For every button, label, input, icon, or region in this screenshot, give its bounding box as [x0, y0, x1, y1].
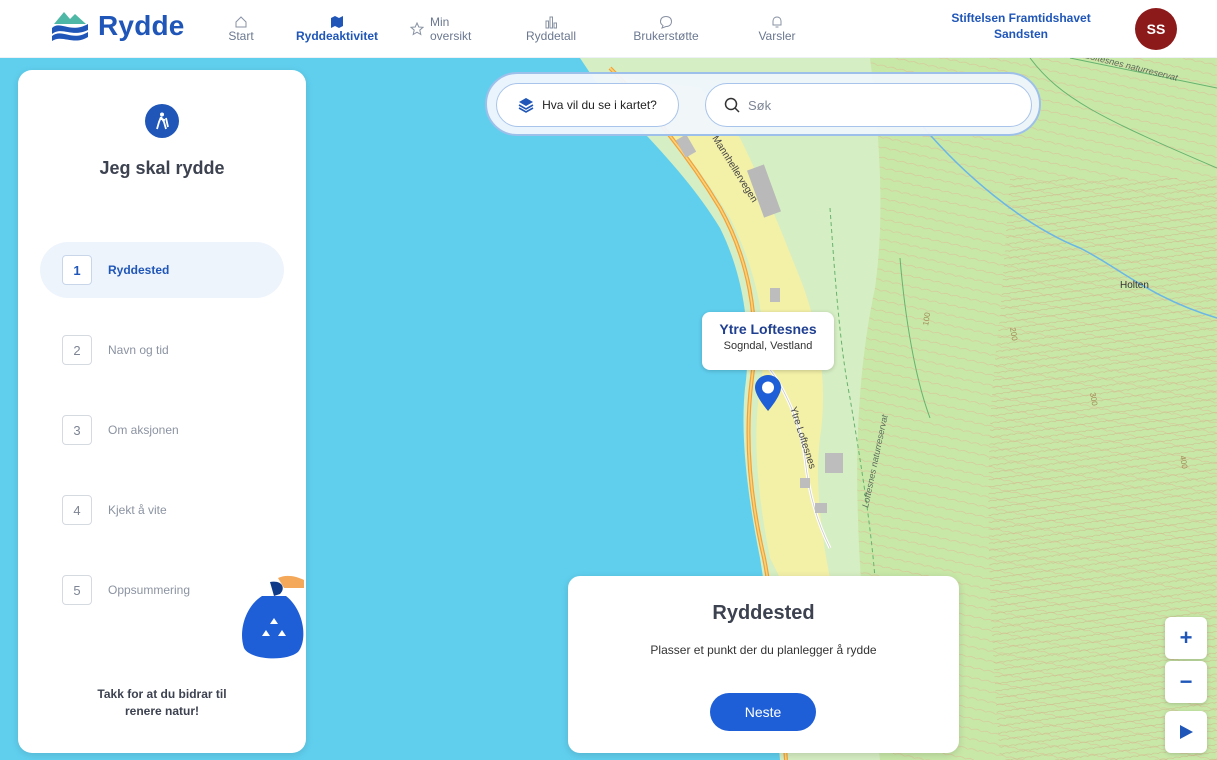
hiker-icon	[145, 104, 179, 138]
search-input[interactable]	[748, 97, 1008, 113]
nav-min-oversikt[interactable]: Min oversikt	[392, 0, 492, 58]
step-navn-og-tid[interactable]: 2 Navn og tid	[40, 322, 284, 378]
search-icon	[724, 97, 740, 113]
step-label: Oppsummering	[108, 583, 191, 597]
home-icon	[235, 16, 247, 28]
next-button[interactable]: Neste	[710, 693, 816, 731]
place-name: Ytre Loftesnes	[719, 321, 817, 337]
nav-ryddetall[interactable]: Ryddetall	[492, 0, 610, 58]
zoom-out-button[interactable]: −	[1165, 661, 1207, 703]
search-field[interactable]	[705, 83, 1032, 127]
panel-title: Jeg skal rydde	[99, 158, 225, 178]
nav-varsler[interactable]: Varsler	[722, 0, 832, 58]
map-icon	[331, 16, 343, 28]
organization-name[interactable]: Stiftelsen Framtidshavet Sandsten	[950, 10, 1092, 42]
navigation-arrow-icon	[1180, 725, 1193, 739]
step-number: 2	[62, 335, 92, 365]
nav-label: Varsler	[758, 29, 796, 43]
nav-start[interactable]: Start	[200, 0, 282, 58]
step-label: Navn og tid	[108, 343, 169, 357]
thanks-message: Takk for at du bidrar til renere natur!	[18, 686, 306, 720]
map-layers-button[interactable]: Hva vil du se i kartet?	[496, 83, 679, 127]
cleanup-steps-panel: Jeg skal rydde 1 Ryddested 2 Navn og tid…	[18, 70, 306, 753]
org-line-1: Stiftelsen Framtidshavet	[951, 11, 1091, 25]
step-number: 1	[62, 255, 92, 285]
step-om-aksjonen[interactable]: 3 Om aksjonen	[40, 402, 284, 458]
place-tooltip: Ytre Loftesnes Sogndal, Vestland	[702, 312, 834, 370]
recycle-bag-icon	[242, 575, 304, 659]
step-label: Om aksjonen	[108, 423, 179, 437]
rydde-logo-icon	[52, 12, 88, 41]
layers-icon	[518, 98, 534, 113]
nav-label: Min oversikt	[430, 15, 472, 43]
map-pin-icon[interactable]	[754, 374, 782, 412]
bar-chart-icon	[545, 16, 557, 29]
step-label: Ryddested	[108, 263, 170, 277]
star-icon	[410, 22, 424, 36]
step-number: 4	[62, 495, 92, 525]
map-label-holten: Holten	[1120, 280, 1149, 291]
step-ryddested[interactable]: 1 Ryddested	[40, 242, 284, 298]
nav-brukerstotte[interactable]: Brukerstøtte	[610, 0, 722, 58]
step-number: 3	[62, 415, 92, 445]
bell-icon	[772, 16, 782, 28]
step-number: 5	[62, 575, 92, 605]
brand-name: Rydde	[98, 10, 185, 41]
map-search-bar: Hva vil du se i kartet?	[485, 72, 1041, 136]
step-kjekt-a-vite[interactable]: 4 Kjekt å vite	[40, 482, 284, 538]
thanks-line-2: renere natur!	[124, 704, 200, 718]
org-line-2: Sandsten	[993, 27, 1048, 41]
ryddested-card: Ryddested Plasser et punkt der du planle…	[568, 576, 959, 753]
map-layers-label: Hva vil du se i kartet?	[542, 98, 657, 112]
nav-label: Brukerstøtte	[633, 29, 699, 43]
card-description: Plasser et punkt der du planlegger å ryd…	[650, 643, 877, 657]
thanks-line-1: Takk for at du bidrar til	[97, 687, 227, 701]
brand-logo[interactable]: Rydde	[50, 6, 185, 46]
avatar[interactable]: SS	[1135, 8, 1177, 50]
nav-label: Ryddetall	[525, 29, 577, 43]
top-navigation-bar: Rydde Start Ryddeaktivitet Min oversikt …	[0, 0, 1217, 58]
step-label: Kjekt å vite	[108, 503, 167, 517]
zoom-in-button[interactable]: +	[1165, 617, 1207, 659]
locate-button[interactable]	[1165, 711, 1207, 753]
card-title: Ryddested	[712, 602, 815, 624]
nav-ryddeaktivitet[interactable]: Ryddeaktivitet	[282, 0, 392, 58]
chat-icon	[659, 15, 673, 29]
place-location: Sogndal, Vestland	[723, 340, 813, 352]
nav-label: Start	[228, 29, 254, 43]
main-nav: Start Ryddeaktivitet Min oversikt Ryddet…	[200, 0, 832, 58]
nav-label: Ryddeaktivitet	[295, 29, 379, 43]
